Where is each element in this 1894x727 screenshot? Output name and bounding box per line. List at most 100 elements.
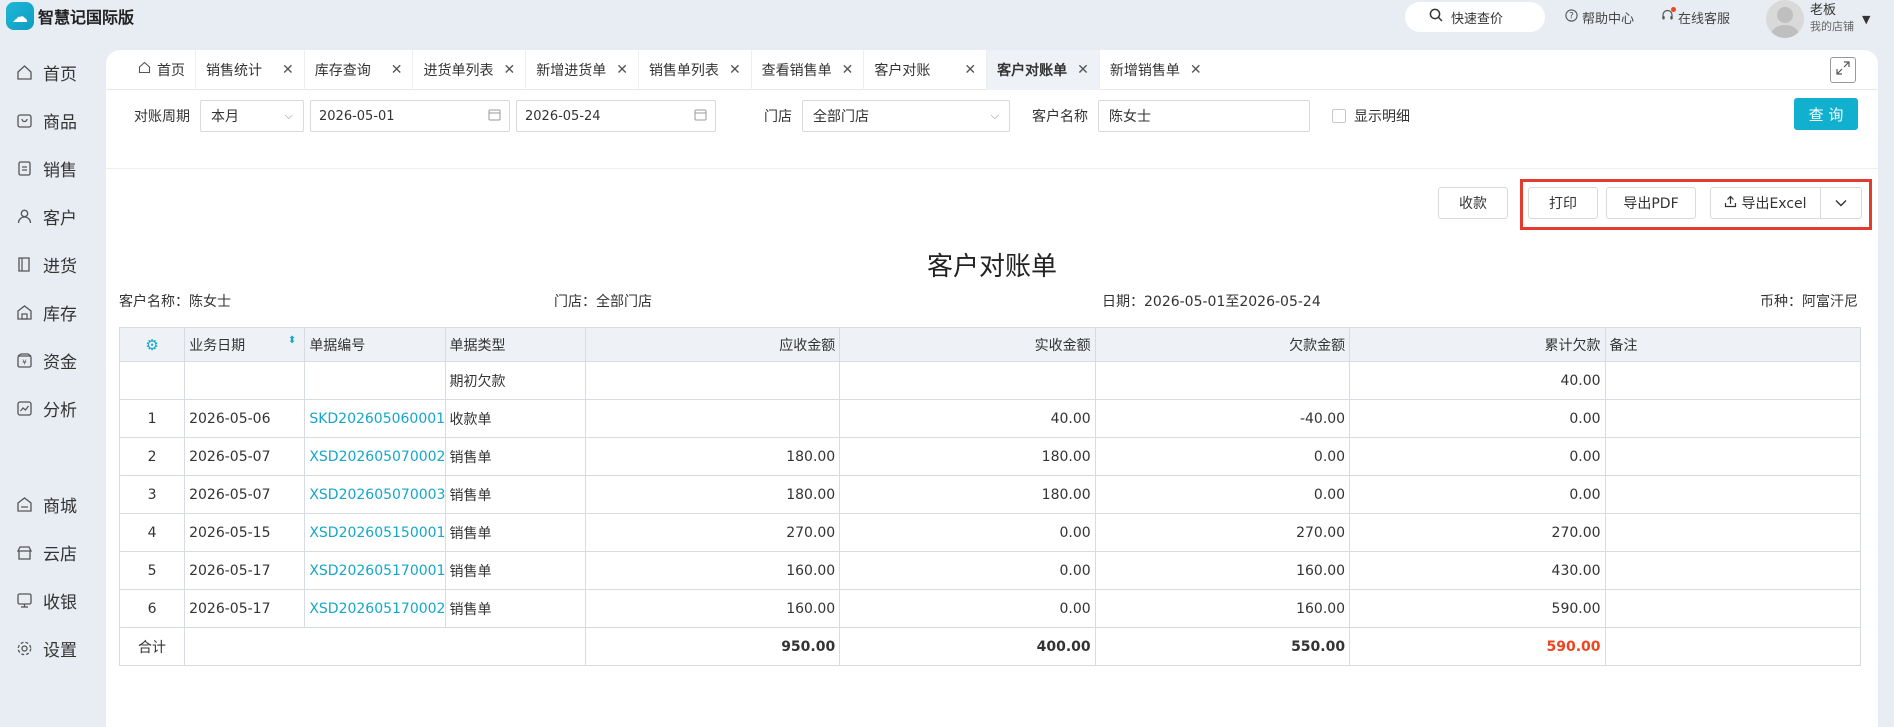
- tab-sales-list[interactable]: 销售单列表 ✕: [639, 50, 752, 90]
- tab-view-sales[interactable]: 查看销售单 ✕: [752, 50, 865, 90]
- close-icon[interactable]: ✕: [503, 62, 515, 78]
- tab-new-purchase[interactable]: 新增进货单 ✕: [526, 50, 639, 90]
- sidebar-item-purchase[interactable]: 进货: [0, 240, 100, 288]
- cell-date: 2026-05-15: [184, 513, 306, 552]
- sort-icon[interactable]: ⬍: [288, 335, 296, 346]
- close-icon[interactable]: ✕: [729, 62, 741, 78]
- sidebar-item-funds[interactable]: ¥ 资金: [0, 336, 100, 384]
- upload-icon: [1724, 195, 1737, 212]
- store-select[interactable]: 全部门店 ⌵: [802, 100, 1010, 132]
- fullscreen-button[interactable]: [1830, 57, 1856, 83]
- cell-owed: 160.00: [1094, 551, 1351, 590]
- cell-received: [839, 361, 1096, 400]
- sidebar-item-label: 云店: [43, 544, 77, 565]
- doc-link[interactable]: XSD202605150001: [304, 513, 446, 552]
- sidebar-item-inventory[interactable]: 库存: [0, 288, 100, 336]
- column-receivable-header: 应收金额: [584, 327, 841, 362]
- cell-date: 2026-05-06: [184, 399, 306, 438]
- sidebar-item-goods[interactable]: 商品: [0, 96, 100, 144]
- sidebar-item-label: 客户: [43, 208, 77, 229]
- export-dropdown-toggle[interactable]: [1821, 188, 1861, 218]
- cell-cumulative: 0.00: [1349, 475, 1606, 514]
- tab-customer-reconcile[interactable]: 客户对账 ✕: [864, 50, 988, 90]
- online-service-label: 在线客服: [1678, 12, 1731, 27]
- online-service-link[interactable]: 在线客服: [1661, 7, 1731, 27]
- doc-link[interactable]: XSD202605070003: [304, 475, 446, 514]
- sidebar-item-cloud-shop[interactable]: 云店: [0, 528, 100, 576]
- cell-remark: [1604, 475, 1862, 514]
- help-center-link[interactable]: ? 帮助中心: [1565, 8, 1634, 27]
- tab-purchase-list[interactable]: 进货单列表 ✕: [413, 50, 527, 90]
- receive-button[interactable]: 收款: [1438, 187, 1508, 219]
- checkbox-box[interactable]: [1332, 109, 1346, 123]
- caret-down-icon: ▼: [1862, 12, 1871, 26]
- sidebar-item-label: 销售: [43, 160, 77, 181]
- cell-received: 40.00: [839, 399, 1096, 438]
- tab-label: 查看销售单: [761, 62, 832, 79]
- user-menu[interactable]: 老板 我的店铺 ▼: [1766, 0, 1870, 38]
- main-panel: 首页 销售统计 ✕ 库存查询 ✕ 进货单列表 ✕ 新增进货单 ✕ 销售单列表 ✕ 查看销售…: [106, 50, 1878, 727]
- column-date-header[interactable]: 业务日期 ⬍: [184, 327, 306, 362]
- sidebar-item-label: 库存: [43, 304, 77, 325]
- close-icon[interactable]: ✕: [391, 62, 403, 78]
- sidebar-item-label: 收银: [43, 592, 77, 613]
- sidebar-item-label: 设置: [43, 640, 77, 661]
- sidebar-item-settings[interactable]: 设置: [0, 624, 100, 672]
- tab-sales-stats[interactable]: 销售统计 ✕: [196, 50, 305, 90]
- print-button[interactable]: 打印: [1528, 187, 1598, 219]
- doc-link[interactable]: XSD202605170002: [304, 589, 446, 628]
- cell-date: 2026-05-07: [184, 437, 306, 476]
- sidebar-item-home[interactable]: 首页: [0, 48, 100, 96]
- store-label: 门店: [764, 109, 792, 125]
- tab-customer-statement[interactable]: 客户对账单 ✕: [987, 50, 1100, 90]
- cell-remark: [1604, 513, 1862, 552]
- date-from-field[interactable]: 2026-05-01: [310, 100, 510, 132]
- calendar-icon: [694, 108, 707, 125]
- report-title: 客户对账单: [926, 252, 1057, 282]
- period-select[interactable]: 本月 ⌵: [200, 100, 304, 132]
- cell-remark: [1604, 399, 1862, 438]
- tab-label: 新增进货单: [536, 62, 607, 79]
- header-label: 业务日期: [189, 337, 246, 354]
- sidebar-item-cashier[interactable]: 收银: [0, 576, 100, 624]
- query-button[interactable]: 查 询: [1794, 98, 1858, 130]
- table-header-row: ⚙ 业务日期 ⬍ 单据编号 单据类型 应收金额 实收金额 欠款金额 累计欠款 备注: [118, 327, 1862, 362]
- close-icon[interactable]: ✕: [1190, 62, 1202, 78]
- close-icon[interactable]: ✕: [1077, 62, 1089, 78]
- column-settings-button[interactable]: ⚙: [118, 327, 186, 362]
- help-center-label: 帮助中心: [1582, 12, 1635, 27]
- date-to-field[interactable]: 2026-05-24: [516, 100, 716, 132]
- sidebar-item-analysis[interactable]: 分析: [0, 384, 100, 432]
- tab-inventory-query[interactable]: 库存查询 ✕: [305, 50, 414, 90]
- doc-link[interactable]: XSD202605070002: [304, 437, 446, 476]
- customer-value: 陈女士: [1109, 109, 1151, 125]
- tab-new-sales[interactable]: 新增销售单 ✕: [1100, 50, 1212, 90]
- column-remark-header: 备注: [1604, 327, 1862, 362]
- sidebar-item-customer[interactable]: 客户: [0, 192, 100, 240]
- total-cumulative: 590.00: [1349, 627, 1606, 666]
- table-row: 6 2026-05-17 XSD202605170002 销售单 160.00 …: [118, 589, 1862, 628]
- cell-cumulative: 590.00: [1349, 589, 1606, 628]
- show-detail-label: 显示明细: [1354, 109, 1410, 125]
- close-icon[interactable]: ✕: [964, 62, 976, 78]
- cell-owed: 0.00: [1094, 475, 1351, 514]
- doc-link[interactable]: SKD202605060001: [304, 399, 446, 438]
- cloud-shop-icon: [16, 544, 33, 561]
- cell-index: 2: [118, 437, 186, 476]
- tab-label: 销售统计: [206, 62, 262, 79]
- export-pdf-button[interactable]: 导出PDF: [1606, 187, 1696, 219]
- tab-label: 首页: [157, 62, 185, 79]
- app-logo[interactable]: ☁ 智慧记国际版: [6, 2, 134, 30]
- quick-price-button[interactable]: 快速查价: [1405, 2, 1545, 32]
- show-detail-checkbox[interactable]: 显示明细: [1332, 106, 1410, 126]
- export-excel-main[interactable]: 导出Excel: [1711, 188, 1821, 218]
- doc-link[interactable]: XSD202605170001: [304, 551, 446, 590]
- sidebar-item-mall[interactable]: 商城: [0, 480, 100, 528]
- close-icon[interactable]: ✕: [616, 62, 628, 78]
- close-icon[interactable]: ✕: [842, 62, 854, 78]
- tab-home[interactable]: 首页: [128, 50, 196, 90]
- export-excel-button[interactable]: 导出Excel: [1710, 187, 1862, 219]
- sidebar-item-sales[interactable]: 销售: [0, 144, 100, 192]
- customer-input[interactable]: 陈女士: [1098, 100, 1310, 132]
- close-icon[interactable]: ✕: [282, 62, 294, 78]
